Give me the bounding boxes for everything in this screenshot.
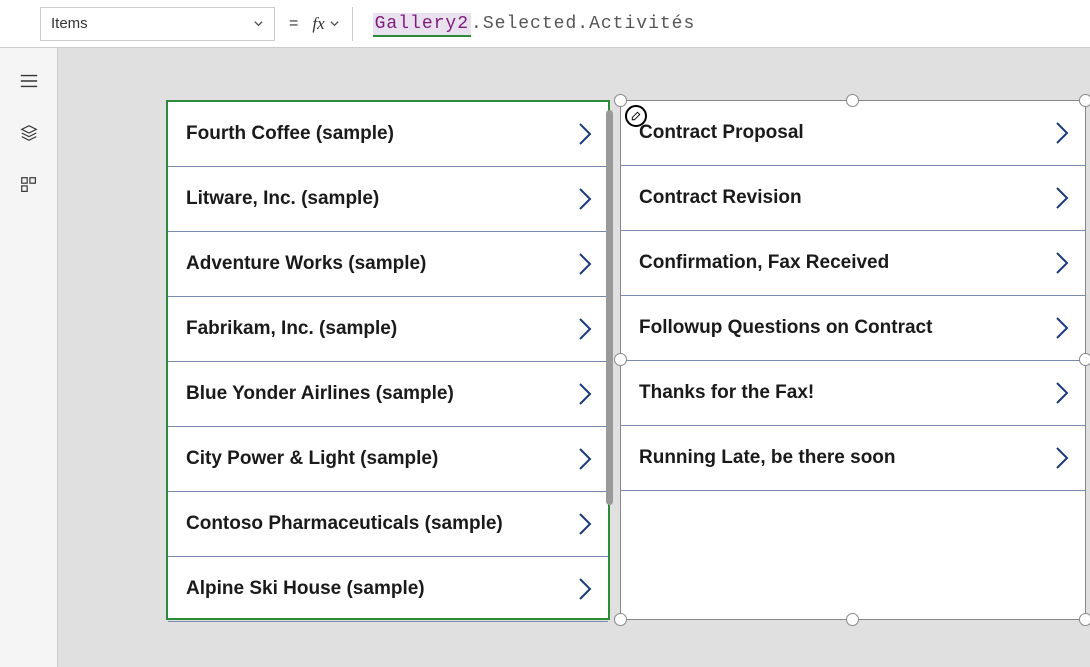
row-label: Followup Questions on Contract xyxy=(639,317,932,339)
row-label: Confirmation, Fax Received xyxy=(639,252,889,274)
gallery-row[interactable]: City Power & Light (sample) xyxy=(168,427,608,492)
chevron-right-icon[interactable] xyxy=(576,446,594,472)
gallery-row[interactable]: Running Late, be there soon xyxy=(621,426,1085,491)
gallery-row[interactable]: Litware, Inc. (sample) xyxy=(168,167,608,232)
property-name: Items xyxy=(51,15,88,32)
chevron-right-icon[interactable] xyxy=(576,576,594,602)
edit-pencil-icon[interactable] xyxy=(625,105,647,127)
gallery-row[interactable]: Contract Revision xyxy=(621,166,1085,231)
canvas[interactable]: Fourth Coffee (sample) Litware, Inc. (sa… xyxy=(58,48,1090,667)
chevron-right-icon[interactable] xyxy=(1053,120,1071,146)
chevron-right-icon[interactable] xyxy=(576,381,594,407)
left-toolbar xyxy=(0,48,58,667)
gallery-row[interactable]: Contoso Pharmaceuticals (sample) xyxy=(168,492,608,557)
gallery-accounts[interactable]: Fourth Coffee (sample) Litware, Inc. (sa… xyxy=(166,100,610,620)
row-label: Contract Revision xyxy=(639,187,802,209)
chevron-right-icon[interactable] xyxy=(576,121,594,147)
chevron-right-icon[interactable] xyxy=(1053,315,1071,341)
chevron-right-icon[interactable] xyxy=(1053,380,1071,406)
layers-icon[interactable] xyxy=(18,122,40,144)
row-label: Blue Yonder Airlines (sample) xyxy=(186,383,454,405)
gallery-row[interactable]: Alpine Ski House (sample) xyxy=(168,557,608,622)
gallery-activities[interactable]: Contract Proposal Contract Revision Conf… xyxy=(620,100,1086,620)
selection-handle[interactable] xyxy=(614,353,627,366)
chevron-right-icon[interactable] xyxy=(576,511,594,537)
row-label: Alpine Ski House (sample) xyxy=(186,578,425,600)
gallery-row[interactable]: Confirmation, Fax Received xyxy=(621,231,1085,296)
row-label: Running Late, be there soon xyxy=(639,447,896,469)
chevron-right-icon[interactable] xyxy=(576,316,594,342)
selection-handle[interactable] xyxy=(846,94,859,107)
chevron-down-icon xyxy=(329,18,340,29)
chevron-right-icon[interactable] xyxy=(1053,185,1071,211)
property-dropdown[interactable]: Items xyxy=(40,7,275,41)
selection-handle[interactable] xyxy=(614,613,627,626)
chevron-down-icon xyxy=(253,18,264,29)
gallery-row[interactable]: Fabrikam, Inc. (sample) xyxy=(168,297,608,362)
formula-token-rest: .Selected.Activités xyxy=(471,14,695,34)
chevron-right-icon[interactable] xyxy=(576,186,594,212)
formula-bar: Items = fx Gallery2.Selected.Activités xyxy=(0,0,1090,48)
components-icon[interactable] xyxy=(18,174,40,196)
gallery-row[interactable]: Followup Questions on Contract xyxy=(621,296,1085,361)
gallery-row[interactable]: Adventure Works (sample) xyxy=(168,232,608,297)
formula-token-gallery: Gallery2 xyxy=(373,13,471,37)
selection-handle[interactable] xyxy=(1079,353,1090,366)
equals-sign: = xyxy=(285,15,302,33)
row-label: Contoso Pharmaceuticals (sample) xyxy=(186,513,503,535)
row-label: Fabrikam, Inc. (sample) xyxy=(186,318,397,340)
scrollbar[interactable] xyxy=(606,110,613,505)
row-label: City Power & Light (sample) xyxy=(186,448,438,470)
selection-handle[interactable] xyxy=(1079,94,1090,107)
chevron-right-icon[interactable] xyxy=(1053,250,1071,276)
chevron-right-icon[interactable] xyxy=(576,251,594,277)
row-label: Litware, Inc. (sample) xyxy=(186,188,379,210)
row-label: Adventure Works (sample) xyxy=(186,253,426,275)
selection-handle[interactable] xyxy=(614,94,627,107)
hamburger-icon[interactable] xyxy=(18,70,40,92)
gallery-row[interactable]: Thanks for the Fax! xyxy=(621,361,1085,426)
main-area: Fourth Coffee (sample) Litware, Inc. (sa… xyxy=(0,48,1090,667)
fx-label: fx xyxy=(312,14,324,34)
fx-dropdown[interactable]: fx xyxy=(312,7,352,41)
chevron-right-icon[interactable] xyxy=(1053,445,1071,471)
row-label: Thanks for the Fax! xyxy=(639,382,814,404)
gallery-row[interactable]: Contract Proposal xyxy=(621,101,1085,166)
row-label: Contract Proposal xyxy=(639,122,804,144)
selection-handle[interactable] xyxy=(846,613,859,626)
gallery-row[interactable]: Blue Yonder Airlines (sample) xyxy=(168,362,608,427)
formula-input[interactable]: Gallery2.Selected.Activités xyxy=(363,14,696,34)
row-label: Fourth Coffee (sample) xyxy=(186,123,394,145)
gallery-row[interactable]: Fourth Coffee (sample) xyxy=(168,102,608,167)
selection-handle[interactable] xyxy=(1079,613,1090,626)
